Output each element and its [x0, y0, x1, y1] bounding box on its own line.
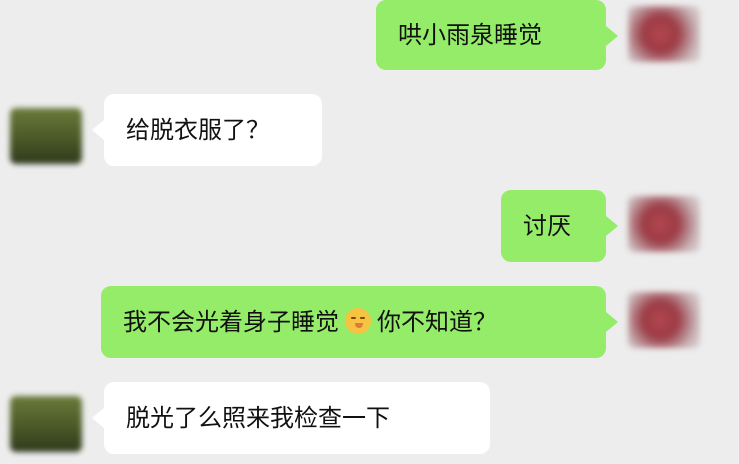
- message-bubble[interactable]: 哄小雨泉睡觉: [376, 0, 618, 70]
- message-bubble[interactable]: 脱光了么照来我检查一下: [92, 382, 490, 454]
- contact-avatar[interactable]: [10, 108, 82, 164]
- message-text: 我不会光着身子睡觉: [123, 308, 339, 336]
- message-bubble[interactable]: 我不会光着身子睡觉 你不知道？: [101, 286, 618, 358]
- user-avatar[interactable]: [628, 292, 700, 348]
- message-text: 你不知道？: [377, 308, 497, 336]
- message-text: 给脱衣服了？: [126, 116, 270, 144]
- message-text: 脱光了么照来我检查一下: [126, 404, 390, 432]
- message-text: 讨厌: [523, 212, 571, 240]
- user-avatar[interactable]: [628, 6, 700, 62]
- contact-avatar[interactable]: [10, 396, 82, 452]
- message-bubble[interactable]: 讨厌: [501, 190, 618, 262]
- sleepy-face-emoji-icon: [345, 308, 371, 334]
- message-text: 哄小雨泉睡觉: [398, 21, 542, 49]
- message-bubble[interactable]: 给脱衣服了？: [92, 94, 322, 166]
- user-avatar[interactable]: [628, 196, 700, 252]
- chat-window: 哄小雨泉睡觉 给脱衣服了？ 讨厌 我不会光着身子睡觉 你不知道？ 脱光了么照来我检…: [0, 0, 739, 464]
